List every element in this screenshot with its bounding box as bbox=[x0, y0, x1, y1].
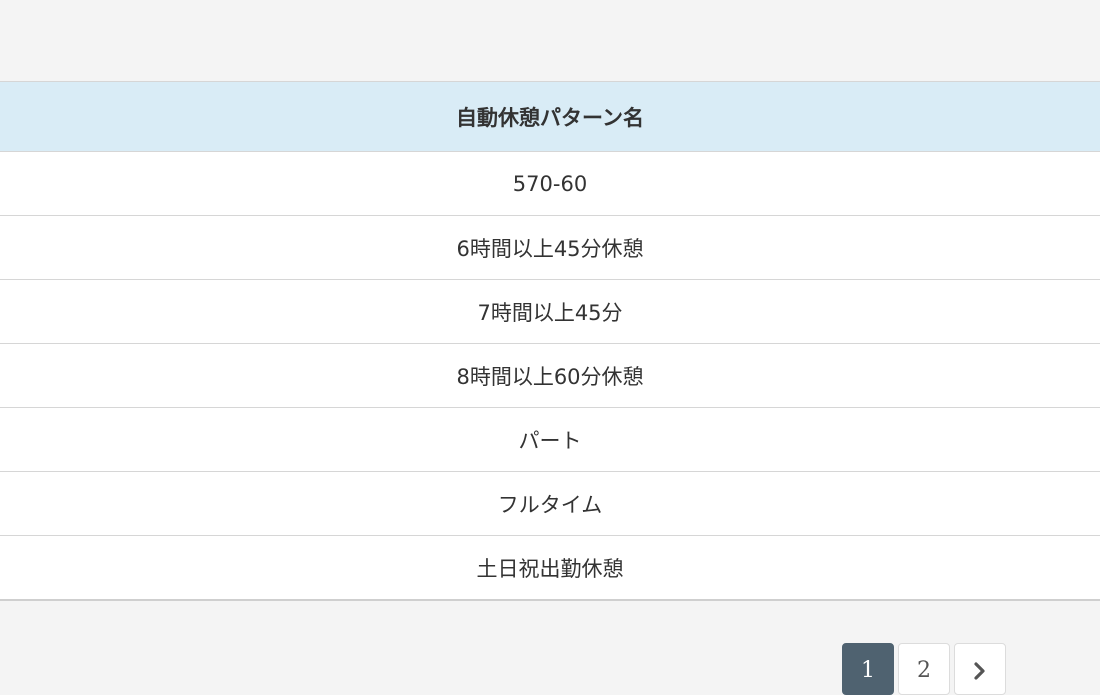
pagination: 1 2 bbox=[842, 643, 1006, 695]
table-row[interactable]: 土日祝出勤休憩 bbox=[0, 536, 1100, 600]
pattern-name-cell[interactable]: 6時間以上45分休憩 bbox=[0, 215, 1100, 280]
break-pattern-table: 自動休憩パターン名 570-60 6時間以上45分休憩 7時間以上45分 8時間… bbox=[0, 82, 1100, 599]
pattern-name-cell[interactable]: 570-60 bbox=[0, 151, 1100, 216]
pattern-name-cell[interactable]: 7時間以上45分 bbox=[0, 279, 1100, 344]
break-pattern-table-container: 自動休憩パターン名 570-60 6時間以上45分休憩 7時間以上45分 8時間… bbox=[0, 81, 1100, 601]
table-row[interactable]: 6時間以上45分休憩 bbox=[0, 215, 1100, 280]
page-button-1[interactable]: 1 bbox=[842, 643, 894, 695]
pattern-name-cell[interactable]: フルタイム bbox=[0, 471, 1100, 536]
table-row[interactable]: 7時間以上45分 bbox=[0, 279, 1100, 344]
table-header-row: 自動休憩パターン名 bbox=[0, 82, 1100, 152]
pattern-name-cell[interactable]: 土日祝出勤休憩 bbox=[0, 536, 1100, 600]
pattern-name-cell[interactable]: 8時間以上60分休憩 bbox=[0, 343, 1100, 408]
table-row[interactable]: 570-60 bbox=[0, 151, 1100, 216]
next-page-button[interactable] bbox=[954, 643, 1006, 695]
table-row[interactable]: 8時間以上60分休憩 bbox=[0, 343, 1100, 408]
table-row[interactable]: パート bbox=[0, 407, 1100, 472]
pattern-name-cell[interactable]: パート bbox=[0, 407, 1100, 472]
chevron-right-icon bbox=[974, 662, 985, 680]
column-header-pattern-name[interactable]: 自動休憩パターン名 bbox=[0, 82, 1100, 152]
table-row[interactable]: フルタイム bbox=[0, 471, 1100, 536]
page-button-2[interactable]: 2 bbox=[898, 643, 950, 695]
